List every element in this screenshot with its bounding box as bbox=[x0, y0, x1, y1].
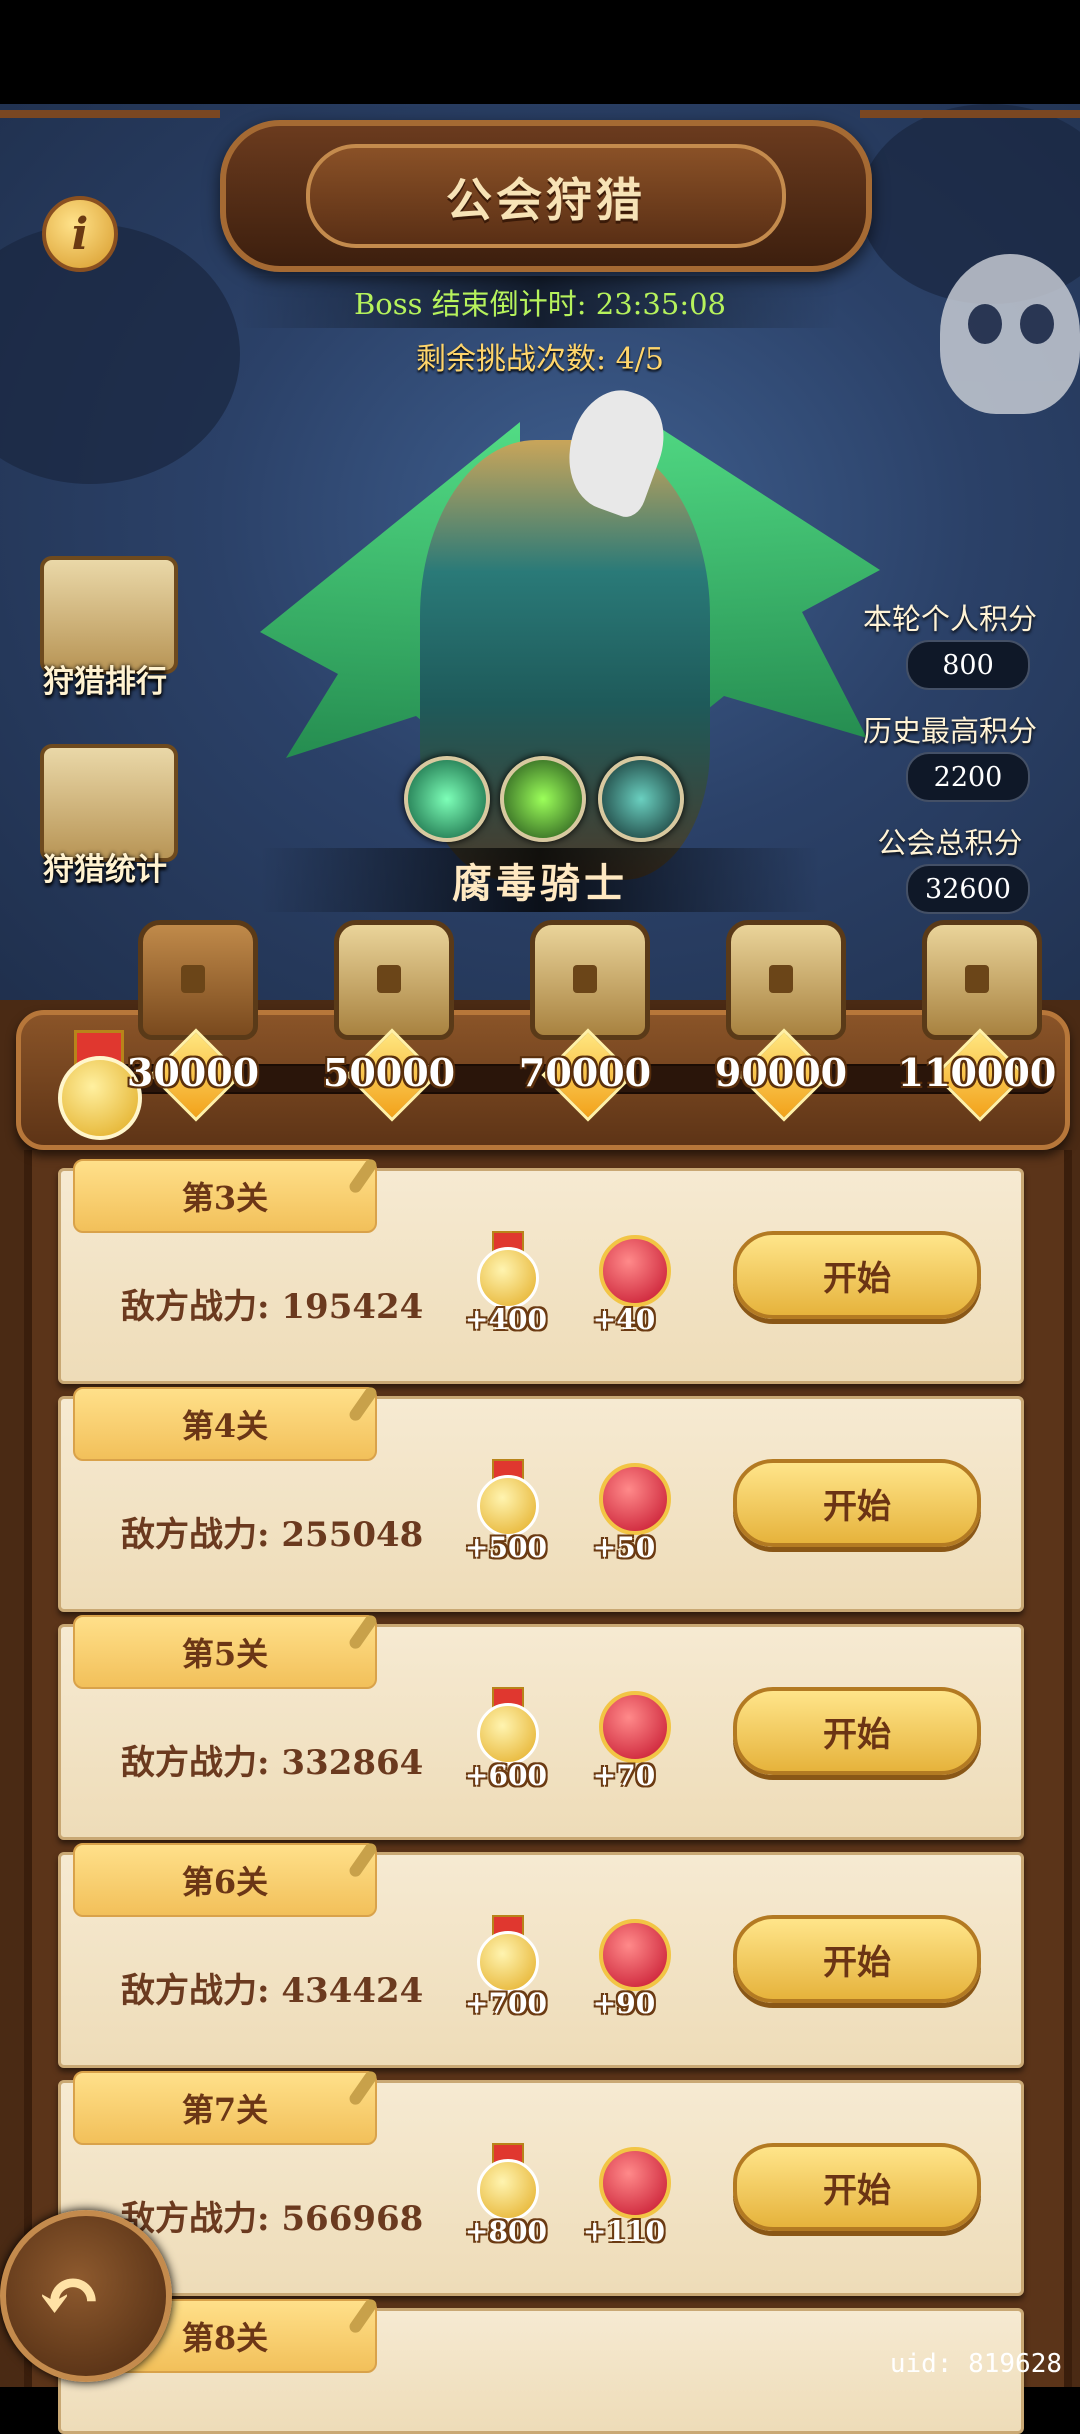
stage-tab: 第4关 bbox=[73, 1384, 379, 1461]
boss-name: 腐毒骑士 bbox=[260, 848, 820, 912]
start-button[interactable]: 开始 bbox=[733, 2143, 981, 2231]
enemy-power: 敌方战力: 566968 bbox=[121, 2199, 424, 2239]
ruby-reward: +50 bbox=[579, 1459, 671, 1579]
title-banner: 公会狩猎 bbox=[220, 120, 872, 272]
highest-score-label: 历史最高积分 bbox=[862, 714, 1037, 748]
back-arrow-icon: ↶ bbox=[36, 2249, 104, 2343]
start-button[interactable]: 开始 bbox=[733, 1459, 981, 1547]
milestone-label-4: 90000 bbox=[714, 1050, 848, 1095]
personal-score-label: 本轮个人积分 bbox=[862, 602, 1037, 636]
ruby-reward: +70 bbox=[579, 1687, 671, 1807]
stage-card-5: 第5关 敌方战力: 332864 +600 +70 开始 bbox=[58, 1612, 1024, 1840]
ruby-reward: +110 bbox=[579, 2143, 671, 2263]
banner-decoration-left bbox=[0, 110, 220, 178]
hunt-stats-button[interactable]: 狩猎统计 bbox=[30, 744, 180, 894]
stage-card-3: 第3关 敌方战力: 195424 +400 +40 开始 bbox=[58, 1156, 1024, 1384]
boss-countdown: Boss 结束倒计时: 23:35:08 bbox=[240, 276, 840, 328]
medal-reward: +800 bbox=[461, 2143, 551, 2263]
start-button[interactable]: 开始 bbox=[733, 1687, 981, 1775]
boss-skill-icon-1[interactable] bbox=[404, 756, 490, 842]
ruby-icon bbox=[593, 1915, 671, 1991]
medal-icon bbox=[475, 1459, 539, 1537]
hunt-ranking-label: 狩猎排行 bbox=[43, 664, 167, 700]
start-button[interactable]: 开始 bbox=[733, 1231, 981, 1319]
ruby-reward: +40 bbox=[579, 1231, 671, 1351]
milestone-label-2: 50000 bbox=[322, 1050, 456, 1095]
stage-card-6: 第6关 敌方战力: 434424 +700 +90 开始 bbox=[58, 1840, 1024, 2068]
stage-card-7: 第7关 敌方战力: 566968 +800 +110 开始 bbox=[58, 2068, 1024, 2296]
reward-chest-5[interactable] bbox=[922, 920, 1042, 1040]
medal-icon bbox=[475, 1915, 539, 1993]
enemy-power: 敌方战力: 332864 bbox=[121, 1743, 424, 1783]
milestone-label-1: 30000 bbox=[126, 1050, 260, 1095]
guild-score-value: 32600 bbox=[906, 864, 1030, 914]
back-button[interactable]: ↶ bbox=[0, 2210, 172, 2382]
ruby-icon bbox=[593, 1231, 671, 1307]
stage-tab: 第3关 bbox=[73, 1156, 379, 1233]
medal-icon bbox=[475, 1231, 539, 1309]
reward-chest-3[interactable] bbox=[530, 920, 650, 1040]
user-id: uid: 819628 bbox=[889, 2349, 1062, 2379]
medal-icon bbox=[475, 2143, 539, 2221]
hunt-ranking-button[interactable]: 狩猎排行 bbox=[30, 556, 180, 706]
enemy-power: 敌方战力: 434424 bbox=[121, 1971, 424, 2011]
stage-tab: 第6关 bbox=[73, 1840, 379, 1917]
remaining-attempts: 剩余挑战次数: 4/5 bbox=[416, 342, 664, 377]
medal-icon bbox=[475, 1687, 539, 1765]
stage-card-8: 第8关 bbox=[58, 2296, 1024, 2434]
reward-chest-4[interactable] bbox=[726, 920, 846, 1040]
banner-decoration-right bbox=[860, 110, 1080, 178]
ruby-reward: +90 bbox=[579, 1915, 671, 2035]
guild-score-label: 公会总积分 bbox=[877, 826, 1023, 860]
reward-chest-1[interactable] bbox=[138, 920, 258, 1040]
hunt-stats-label: 狩猎统计 bbox=[43, 852, 167, 888]
milestone-label-5: 110000 bbox=[897, 1050, 1057, 1095]
medal-reward: +400 bbox=[461, 1231, 551, 1351]
stage-tab: 第5关 bbox=[73, 1612, 379, 1689]
page-title: 公会狩猎 bbox=[446, 173, 646, 227]
personal-score-value: 800 bbox=[906, 640, 1030, 690]
milestone-label-3: 70000 bbox=[518, 1050, 652, 1095]
stage-tab: 第7关 bbox=[73, 2068, 379, 2145]
start-button[interactable]: 开始 bbox=[733, 1915, 981, 2003]
enemy-power: 敌方战力: 255048 bbox=[121, 1515, 424, 1555]
boss-skill-icon-2[interactable] bbox=[500, 756, 586, 842]
ruby-icon bbox=[593, 1459, 671, 1535]
highest-score-value: 2200 bbox=[906, 752, 1030, 802]
medal-reward: +500 bbox=[461, 1459, 551, 1579]
ruby-icon bbox=[593, 2143, 671, 2219]
medal-reward: +700 bbox=[461, 1915, 551, 2035]
info-icon[interactable]: i bbox=[42, 196, 118, 272]
ruby-icon bbox=[593, 1687, 671, 1763]
boss-skill-icon-3[interactable] bbox=[598, 756, 684, 842]
enemy-power: 敌方战力: 195424 bbox=[121, 1287, 424, 1327]
reward-chest-2[interactable] bbox=[334, 920, 454, 1040]
stage-card-4: 第4关 敌方战力: 255048 +500 +50 开始 bbox=[58, 1384, 1024, 1612]
medal-reward: +600 bbox=[461, 1687, 551, 1807]
